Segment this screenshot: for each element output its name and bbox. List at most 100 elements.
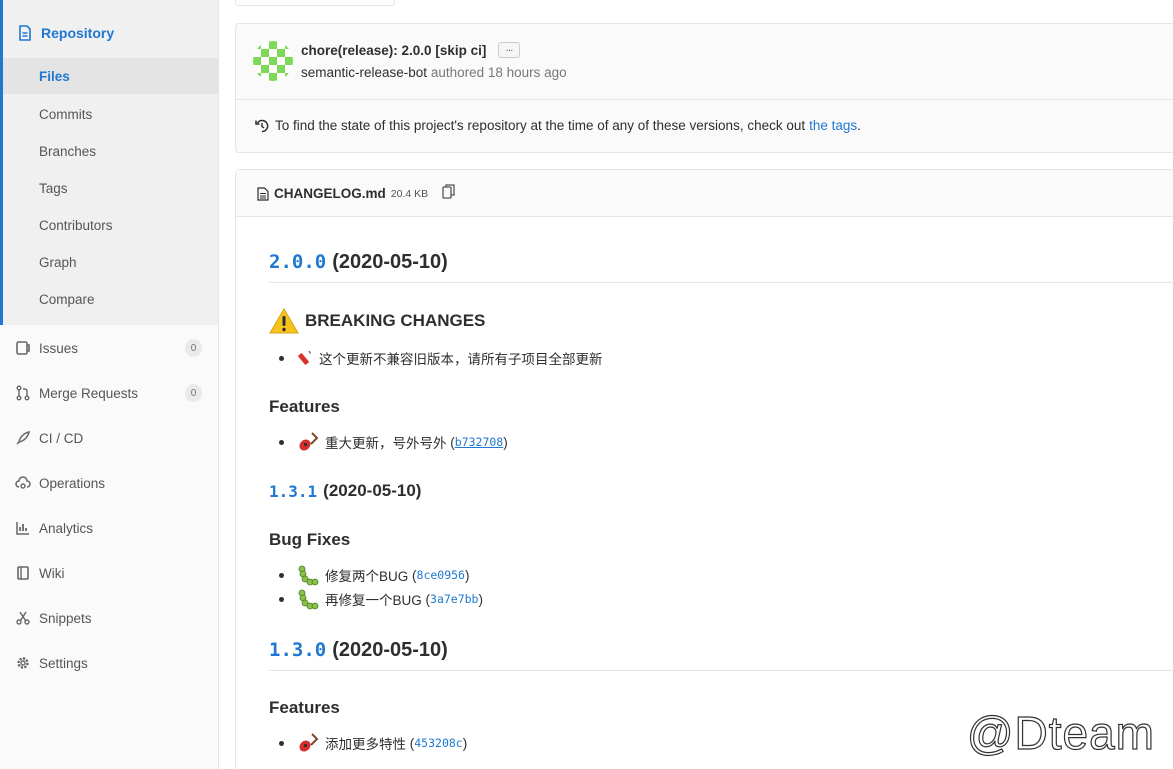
tags-note-text: To find the state of this project's repo…: [275, 118, 806, 133]
sidebar-subitem-label: Tags: [39, 180, 68, 196]
version-link[interactable]: 1.3.0: [269, 639, 326, 661]
document-icon: [19, 25, 31, 41]
file-icon: [257, 186, 269, 201]
list-item-text: 修复两个BUG: [325, 569, 409, 584]
sidebar-item-settings[interactable]: Settings: [0, 643, 218, 683]
sidebar-item-label: Settings: [39, 655, 88, 671]
sidebar-item-analytics[interactable]: Analytics: [0, 508, 218, 548]
list-item: 再修复一个BUG (3a7e7bb): [279, 588, 483, 610]
sidebar-subitem-tags[interactable]: Tags: [3, 170, 218, 206]
bullet: [279, 355, 284, 361]
last-commit-card: chore(release): 2.0.0 [skip ci] ··· sema…: [235, 23, 1173, 153]
guitar-icon: [297, 431, 319, 453]
main-content: chore(release): 2.0.0 [skip ci] ··· sema…: [235, 0, 1173, 769]
heading-v2-0-0: 2.0.0 (2020-05-10): [269, 251, 1173, 283]
commit-meta: semantic-release-bot authored 18 hours a…: [301, 65, 567, 80]
list-item-text: 这个更新不兼容旧版本，请所有子项目全部更新: [319, 352, 603, 367]
heading-breaking-changes: BREAKING CHANGES: [269, 307, 485, 335]
heading-text: Features: [269, 698, 340, 717]
version-link[interactable]: 1.3.1: [269, 482, 317, 501]
heading-text: Features: [269, 397, 340, 416]
sidebar-item-label: CI / CD: [39, 430, 84, 446]
history-icon: [255, 119, 269, 132]
sidebar-subitem-label: Commits: [39, 106, 93, 122]
sidebar-subitem-commits[interactable]: Commits: [3, 96, 218, 132]
scissors-icon: [14, 609, 32, 627]
merge-request-icon: [14, 384, 32, 402]
issues-count-badge: 0: [185, 339, 202, 357]
sidebar-item-label: Issues: [39, 340, 79, 356]
commit-hash-link[interactable]: b732708: [455, 435, 503, 449]
sidebar-subitem-label: Compare: [39, 291, 95, 307]
sidebar-item-ci-cd[interactable]: CI / CD: [0, 418, 218, 458]
tags-link[interactable]: the tags: [809, 118, 857, 133]
paren-close: ): [462, 735, 468, 751]
heading-v1-3-0: 1.3.0 (2020-05-10): [269, 639, 1173, 671]
top-dropdown-stub[interactable]: [235, 0, 395, 6]
rocket-icon: [14, 429, 32, 447]
tags-note: To find the state of this project's repo…: [255, 118, 861, 133]
bullet: [279, 572, 284, 578]
guitar-icon: [297, 732, 319, 754]
sidebar-subitem-label: Branches: [39, 143, 97, 159]
heading-bug-fixes: Bug Fixes: [269, 530, 350, 550]
warning-icon: [269, 308, 299, 334]
issues-icon: [14, 339, 32, 357]
heading-v1-3-1: 1.3.1 (2020-05-10): [269, 481, 421, 501]
sidebar-item-label: Analytics: [39, 520, 94, 536]
sidebar-subitem-files[interactable]: Files: [3, 58, 218, 94]
cloud-gear-icon: [14, 474, 32, 492]
version-date: (2020-05-10): [332, 639, 448, 661]
sidebar-subitem-label: Contributors: [39, 217, 113, 233]
watermark: @Dteam: [966, 706, 1155, 759]
commit-expand-button[interactable]: ···: [498, 42, 520, 58]
sidebar-item-snippets[interactable]: Snippets: [0, 598, 218, 638]
paren-open: (: [421, 591, 431, 607]
bullet: [279, 740, 284, 746]
list-item: 这个更新不兼容旧版本，请所有子项目全部更新: [279, 348, 603, 368]
heading-text: Bug Fixes: [269, 530, 351, 549]
book-icon: [14, 564, 32, 582]
sidebar-subitem-graph[interactable]: Graph: [3, 244, 218, 280]
heading-text: BREAKING CHANGES: [305, 311, 486, 330]
list-item: 重大更新，号外号外 (b732708): [279, 431, 508, 453]
commit-time: authored 18 hours ago: [430, 65, 567, 80]
sidebar-subitem-label: Graph: [39, 254, 77, 270]
file-name: CHANGELOG.md: [274, 186, 386, 201]
divider: [236, 99, 1173, 100]
avatar[interactable]: [253, 41, 293, 81]
list-item-text: 再修复一个BUG: [325, 593, 422, 608]
merge-requests-count-badge: 0: [185, 384, 202, 402]
sidebar-item-label: Operations: [39, 475, 106, 491]
sidebar-subitem-compare[interactable]: Compare: [3, 281, 218, 317]
paren-close: ): [503, 434, 508, 450]
sidebar-subitem-branches[interactable]: Branches: [3, 133, 218, 169]
version-date: (2020-05-10): [323, 481, 422, 500]
commit-hash-link[interactable]: 453208c: [414, 736, 462, 750]
repository-section: Repository Files Commits Branches Tags C…: [0, 0, 218, 325]
list-item-text: 添加更多特性: [325, 737, 406, 752]
file-name-block: CHANGELOG.md 20.4 KB: [257, 186, 428, 201]
heading-features: Features: [269, 397, 340, 417]
bug-icon: [297, 564, 319, 586]
chart-icon: [14, 519, 32, 537]
commit-title[interactable]: chore(release): 2.0.0 [skip ci]: [301, 43, 486, 58]
sidebar-item-issues[interactable]: Issues 0: [0, 328, 218, 368]
paren-close: ): [478, 591, 483, 607]
file-size: 20.4 KB: [390, 187, 429, 200]
commit-hash-link[interactable]: 3a7e7bb: [430, 592, 478, 606]
version-link[interactable]: 2.0.0: [269, 251, 326, 273]
sidebar: Repository Files Commits Branches Tags C…: [0, 0, 219, 769]
sidebar-item-wiki[interactable]: Wiki: [0, 553, 218, 593]
commit-hash-link[interactable]: 8ce0956: [417, 568, 465, 582]
sidebar-item-repository[interactable]: Repository: [17, 25, 114, 41]
copy-icon[interactable]: [442, 184, 456, 200]
commit-author[interactable]: semantic-release-bot: [301, 65, 427, 80]
list-item: 添加更多特性 (453208c): [279, 732, 467, 754]
sidebar-item-merge-requests[interactable]: Merge Requests 0: [0, 373, 218, 413]
sidebar-item-operations[interactable]: Operations: [0, 463, 218, 503]
list-item: 修复两个BUG (8ce0956): [279, 564, 469, 586]
sidebar-subitem-contributors[interactable]: Contributors: [3, 207, 218, 243]
file-header: CHANGELOG.md 20.4 KB: [236, 170, 1173, 217]
paren-open: (: [446, 434, 455, 450]
